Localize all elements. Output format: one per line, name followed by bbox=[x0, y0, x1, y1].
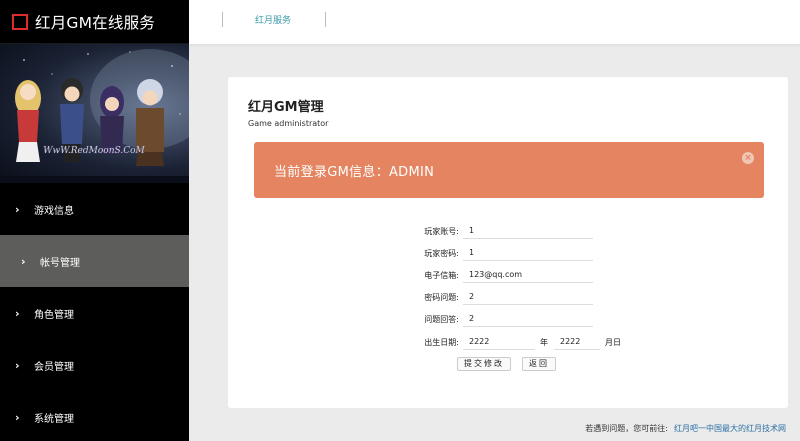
email-row: 电子信箱: bbox=[408, 266, 593, 284]
birth-month-day-input[interactable] bbox=[554, 334, 600, 350]
sidebar-item-label: 帐号管理 bbox=[40, 257, 80, 269]
alert-message: 当前登录GM信息：ADMIN bbox=[274, 165, 435, 180]
sidebar-item-game-info[interactable]: › 游戏信息 bbox=[0, 183, 189, 235]
birth-label: 出生日期: bbox=[424, 337, 459, 347]
submit-button[interactable]: 提交修改 bbox=[457, 357, 511, 371]
sidebar-item-system-management[interactable]: › 系统管理 bbox=[0, 391, 189, 441]
question-label: 密码问题: bbox=[424, 292, 459, 302]
footer-link[interactable]: 红月吧一中国最大的红月技术网 bbox=[674, 424, 786, 433]
form-actions: 提交修改 返回 bbox=[457, 357, 556, 371]
sidebar-item-label: 会员管理 bbox=[34, 361, 74, 373]
email-label: 电子信箱: bbox=[424, 270, 459, 280]
brand-logo-icon bbox=[12, 13, 28, 30]
password-label: 玩家密码: bbox=[424, 248, 459, 258]
top-bar: 红月服务 bbox=[189, 0, 800, 44]
password-input[interactable] bbox=[463, 245, 593, 261]
email-input[interactable] bbox=[463, 267, 593, 283]
answer-input[interactable] bbox=[463, 311, 593, 327]
sidebar-item-member-management[interactable]: › 会员管理 bbox=[0, 339, 189, 391]
nav-link-redmoon-service[interactable]: 红月服务 bbox=[255, 13, 291, 26]
chevron-right-icon: › bbox=[15, 306, 20, 320]
brand-header[interactable]: 红月GM在线服务 bbox=[0, 0, 189, 44]
question-row: 密码问题: bbox=[408, 288, 593, 306]
answer-row: 问题回答: bbox=[408, 310, 593, 328]
character-banner-art: WwW.RedMoonS.CoM bbox=[0, 49, 189, 183]
gm-admin-card: 红月GM管理 Game administrator 当前登录GM信息：ADMIN… bbox=[228, 77, 788, 408]
sidebar-item-label: 系统管理 bbox=[34, 413, 74, 425]
chevron-right-icon: › bbox=[15, 202, 20, 216]
sidebar-item-label: 角色管理 bbox=[34, 309, 74, 321]
banner-caption: WwW.RedMoonS.CoM bbox=[43, 146, 145, 156]
nav-divider bbox=[325, 12, 326, 27]
page-subtitle: Game administrator bbox=[248, 119, 329, 128]
sidebar: 红月GM在线服务 WwW.RedMoonS.CoM › 游戏信息 › 帐号管理 … bbox=[0, 0, 189, 441]
birth-year-unit: 年 bbox=[540, 337, 548, 347]
birth-row: 出生日期: 年 月日 bbox=[408, 333, 627, 351]
nav-divider bbox=[222, 12, 223, 27]
page-title: 红月GM管理 bbox=[248, 100, 324, 115]
birth-year-input[interactable] bbox=[463, 334, 535, 350]
back-button[interactable]: 返回 bbox=[522, 357, 556, 371]
footer-text: 若遇到问题，您可前往: bbox=[585, 424, 668, 433]
sidebar-item-account-management[interactable]: › 帐号管理 bbox=[0, 235, 189, 287]
answer-label: 问题回答: bbox=[424, 314, 459, 324]
chevron-right-icon: › bbox=[21, 254, 26, 268]
account-row: 玩家账号: bbox=[408, 222, 593, 240]
brand-title: 红月GM在线服务 bbox=[35, 13, 155, 32]
close-icon[interactable]: × bbox=[742, 152, 754, 164]
account-input[interactable] bbox=[463, 223, 593, 239]
chevron-right-icon: › bbox=[15, 358, 20, 372]
login-info-alert: 当前登录GM信息：ADMIN × bbox=[254, 142, 764, 198]
sidebar-menu: › 游戏信息 › 帐号管理 › 角色管理 › 会员管理 › 系统管理 bbox=[0, 183, 189, 441]
sidebar-item-label: 游戏信息 bbox=[34, 205, 74, 217]
account-label: 玩家账号: bbox=[424, 226, 459, 236]
sidebar-item-character-management[interactable]: › 角色管理 bbox=[0, 287, 189, 339]
question-input[interactable] bbox=[463, 289, 593, 305]
footer: 若遇到问题，您可前往: 红月吧一中国最大的红月技术网 bbox=[585, 423, 786, 434]
character-banner: WwW.RedMoonS.CoM bbox=[0, 44, 189, 183]
birth-month-day-unit: 月日 bbox=[605, 337, 621, 347]
chevron-right-icon: › bbox=[15, 410, 20, 424]
password-row: 玩家密码: bbox=[408, 244, 593, 262]
